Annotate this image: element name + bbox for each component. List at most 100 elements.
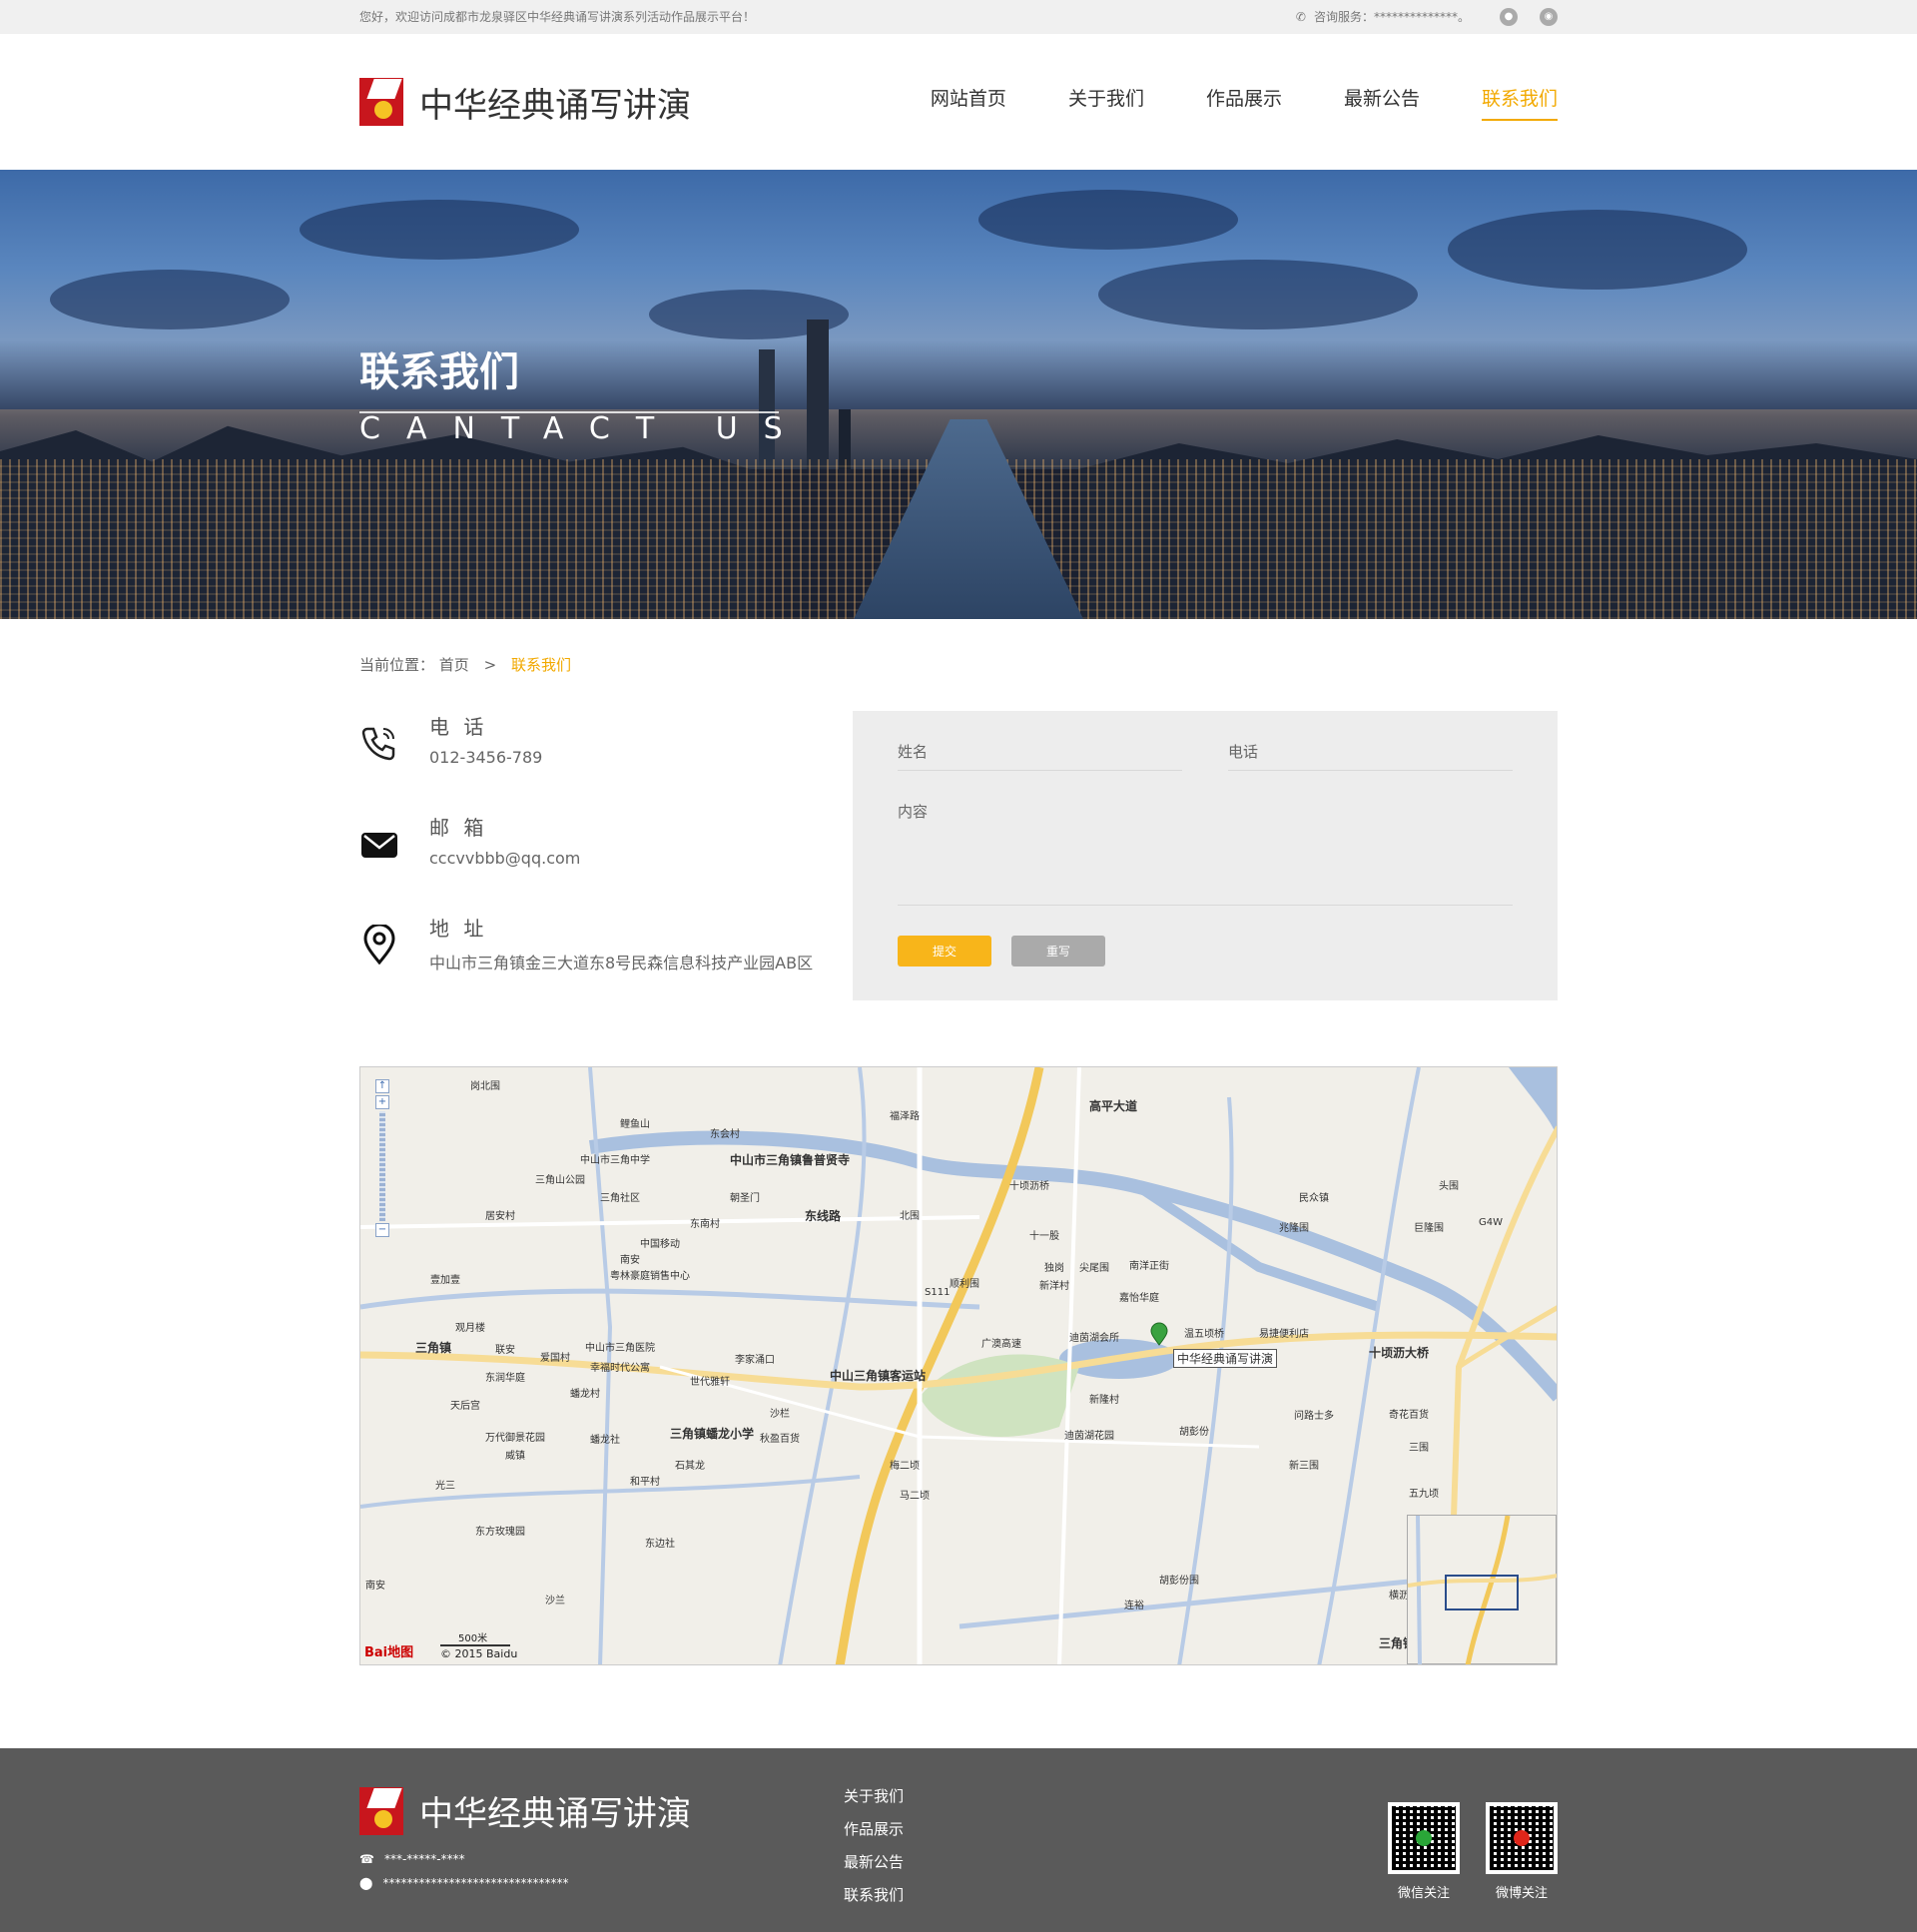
map-place-label: 沙栏 (770, 1409, 790, 1420)
nav-item-works[interactable]: 作品展示 (1206, 84, 1282, 121)
map-place-label: 李家涌口 (735, 1355, 775, 1366)
weibo-label: 微博关注 (1495, 1886, 1548, 1901)
hero-banner: 联系我们 CANTACT US (0, 170, 1917, 619)
map-place-label: 三角山公园 (535, 1175, 585, 1186)
map-place-label: 沙兰 (545, 1596, 565, 1607)
map-place-label: 胡彭份围 (1159, 1576, 1199, 1587)
map-canvas (360, 1067, 1557, 1664)
map-place-label: 高平大道 (1089, 1099, 1138, 1113)
contact-email: 邮 箱 cccvvbbb@qq.com (359, 814, 829, 915)
map-place-label: 三角镇蟠龙小学 (670, 1427, 755, 1441)
contact-info: 电 话 012-3456-789 邮 箱 cccvvbbb@qq.com 地 址… (359, 711, 829, 1066)
phone-value: 012-3456-789 (429, 748, 543, 767)
address-title: 地 址 (429, 917, 488, 941)
map-place-label: 梅二顷 (890, 1461, 920, 1472)
nav-item-news[interactable]: 最新公告 (1344, 84, 1420, 121)
breadcrumb: 当前位置： 首页 > 联系我们 (359, 619, 1558, 711)
map-place-label: 中山市三角医院 (585, 1343, 655, 1354)
map-place-label: 朝圣门 (730, 1193, 760, 1204)
breadcrumb-prefix: 当前位置： (359, 656, 435, 674)
email-title: 邮 箱 (429, 816, 488, 840)
map-place-label: 新洋村 (1039, 1281, 1069, 1292)
map-place-label: 和平村 (630, 1477, 660, 1488)
map-place-label: 新隆村 (1089, 1395, 1119, 1406)
map-place-label: 三围 (1409, 1443, 1429, 1454)
email-value[interactable]: cccvvbbb@qq.com (429, 849, 580, 868)
map-place-label: 东方玫瑰园 (475, 1527, 525, 1538)
name-field[interactable]: 姓名 (898, 741, 1182, 771)
submit-button[interactable]: 提交 (898, 936, 991, 966)
map-place-label: 易捷便利店 (1259, 1329, 1309, 1340)
map-marker-label[interactable]: 中华经典诵写讲演 (1173, 1349, 1278, 1368)
location-pin-icon (363, 925, 395, 965)
map-place-label: 巨隆围 (1414, 1223, 1444, 1234)
logo-icon (359, 78, 403, 126)
zoom-out-icon[interactable]: − (375, 1223, 389, 1237)
nav-item-home[interactable]: 网站首页 (931, 84, 1006, 121)
map-place-label: 兆隆围 (1279, 1223, 1309, 1234)
pan-up-icon[interactable]: ↑ (375, 1079, 389, 1093)
footer-link-works[interactable]: 作品展示 (844, 1813, 904, 1846)
map-place-label: 壹加壹 (430, 1275, 460, 1286)
map-place-label: 居安村 (485, 1211, 515, 1222)
map-place-label: 十顷沥大桥 (1369, 1346, 1430, 1360)
brand[interactable]: 中华经典诵写讲演 (359, 78, 691, 127)
banner-title: 联系我们 (359, 339, 779, 413)
welcome-text: 您好，欢迎访问成都市龙泉驿区中华经典诵写讲演系列活动作品展示平台！ (359, 10, 756, 24)
weibo-qr-code (1486, 1802, 1558, 1874)
map-place-label: 东线路 (805, 1209, 842, 1223)
content-field[interactable]: 内容 (898, 801, 1513, 906)
map-place-label: 东南村 (690, 1219, 720, 1230)
map-place-label: 民众镇 (1299, 1193, 1329, 1204)
breadcrumb-separator: > (483, 656, 497, 674)
map-place-label: 粤林豪庭销售中心 (610, 1271, 690, 1282)
map-scale: 500米 (440, 1629, 510, 1646)
header: 中华经典诵写讲演 网站首页 关于我们 作品展示 最新公告 联系我们 (0, 34, 1917, 170)
map-place-label: 嘉怡华庭 (1119, 1293, 1159, 1304)
top-bar: 您好，欢迎访问成都市龙泉驿区中华经典诵写讲演系列活动作品展示平台！ ✆ 咨询服务… (0, 0, 1917, 34)
breadcrumb-current: 联系我们 (510, 656, 571, 674)
footer-link-contact[interactable]: 联系我们 (844, 1879, 904, 1912)
phone-icon: ✆ (1295, 10, 1306, 24)
map-place-label: 岗北围 (470, 1081, 500, 1092)
footer-link-news[interactable]: 最新公告 (844, 1846, 904, 1879)
breadcrumb-home[interactable]: 首页 (439, 656, 469, 674)
contact-phone: 电 话 012-3456-789 (359, 713, 829, 814)
weibo-icon[interactable]: ◉ (1540, 8, 1558, 26)
location-map[interactable]: 中华经典诵写讲演 岗北围 鲤鱼山 东会村 中山市三角中学 中山市三角镇鲁普贤寺 三角山公园… (359, 1066, 1558, 1665)
nav-item-contact[interactable]: 联系我们 (1481, 84, 1558, 121)
map-place-label: 中国移动 (640, 1239, 680, 1250)
map-place-label: 南洋正街 (1129, 1261, 1169, 1272)
zoom-slider[interactable] (379, 1111, 385, 1221)
reset-button[interactable]: 重写 (1011, 936, 1105, 966)
brand-name: 中华经典诵写讲演 (419, 85, 691, 126)
map-place-label: 十顷沥桥 (1009, 1181, 1049, 1192)
map-overview[interactable] (1407, 1515, 1557, 1664)
map-place-label: 万代御景花园 (485, 1433, 545, 1444)
map-place-label: 石其龙 (675, 1461, 705, 1472)
wechat-icon[interactable]: ● (1500, 8, 1518, 26)
phone-field[interactable]: 电话 (1228, 741, 1513, 771)
footer-phone: ☎ ***-*****-**** (359, 1852, 465, 1866)
footer-link-about[interactable]: 关于我们 (844, 1780, 904, 1813)
map-place-label: 十一股 (1029, 1231, 1059, 1242)
map-place-label: 独岗 (1044, 1263, 1064, 1274)
footer-phone-value: ***-*****-**** (383, 1852, 465, 1866)
map-place-label: 迪茵湖会所 (1069, 1333, 1119, 1344)
footer-brand[interactable]: 中华经典诵写讲演 (359, 1786, 691, 1835)
map-place-label: 三角社区 (600, 1193, 640, 1204)
mail-icon (361, 833, 397, 858)
map-place-label: 三角镇 (415, 1341, 452, 1355)
map-place-label: 中山市三角镇鲁普贤寺 (730, 1153, 851, 1167)
contact-section: 电 话 012-3456-789 邮 箱 cccvvbbb@qq.com 地 址… (359, 711, 1558, 1066)
map-place-label: S111 (925, 1287, 951, 1298)
nav-item-about[interactable]: 关于我们 (1068, 84, 1144, 121)
map-place-label: 五九顷 (1409, 1489, 1439, 1500)
map-place-label: 联安 (495, 1345, 515, 1356)
footer: 中华经典诵写讲演 ☎ ***-*****-**** ⬤ ************… (0, 1748, 1917, 1932)
map-place-label: 观月楼 (455, 1323, 485, 1334)
map-place-label: 胡彭份 (1179, 1427, 1209, 1438)
zoom-in-icon[interactable]: + (375, 1095, 389, 1109)
wechat-label: 微信关注 (1397, 1886, 1450, 1901)
map-place-label: 广澳高速 (981, 1339, 1021, 1350)
